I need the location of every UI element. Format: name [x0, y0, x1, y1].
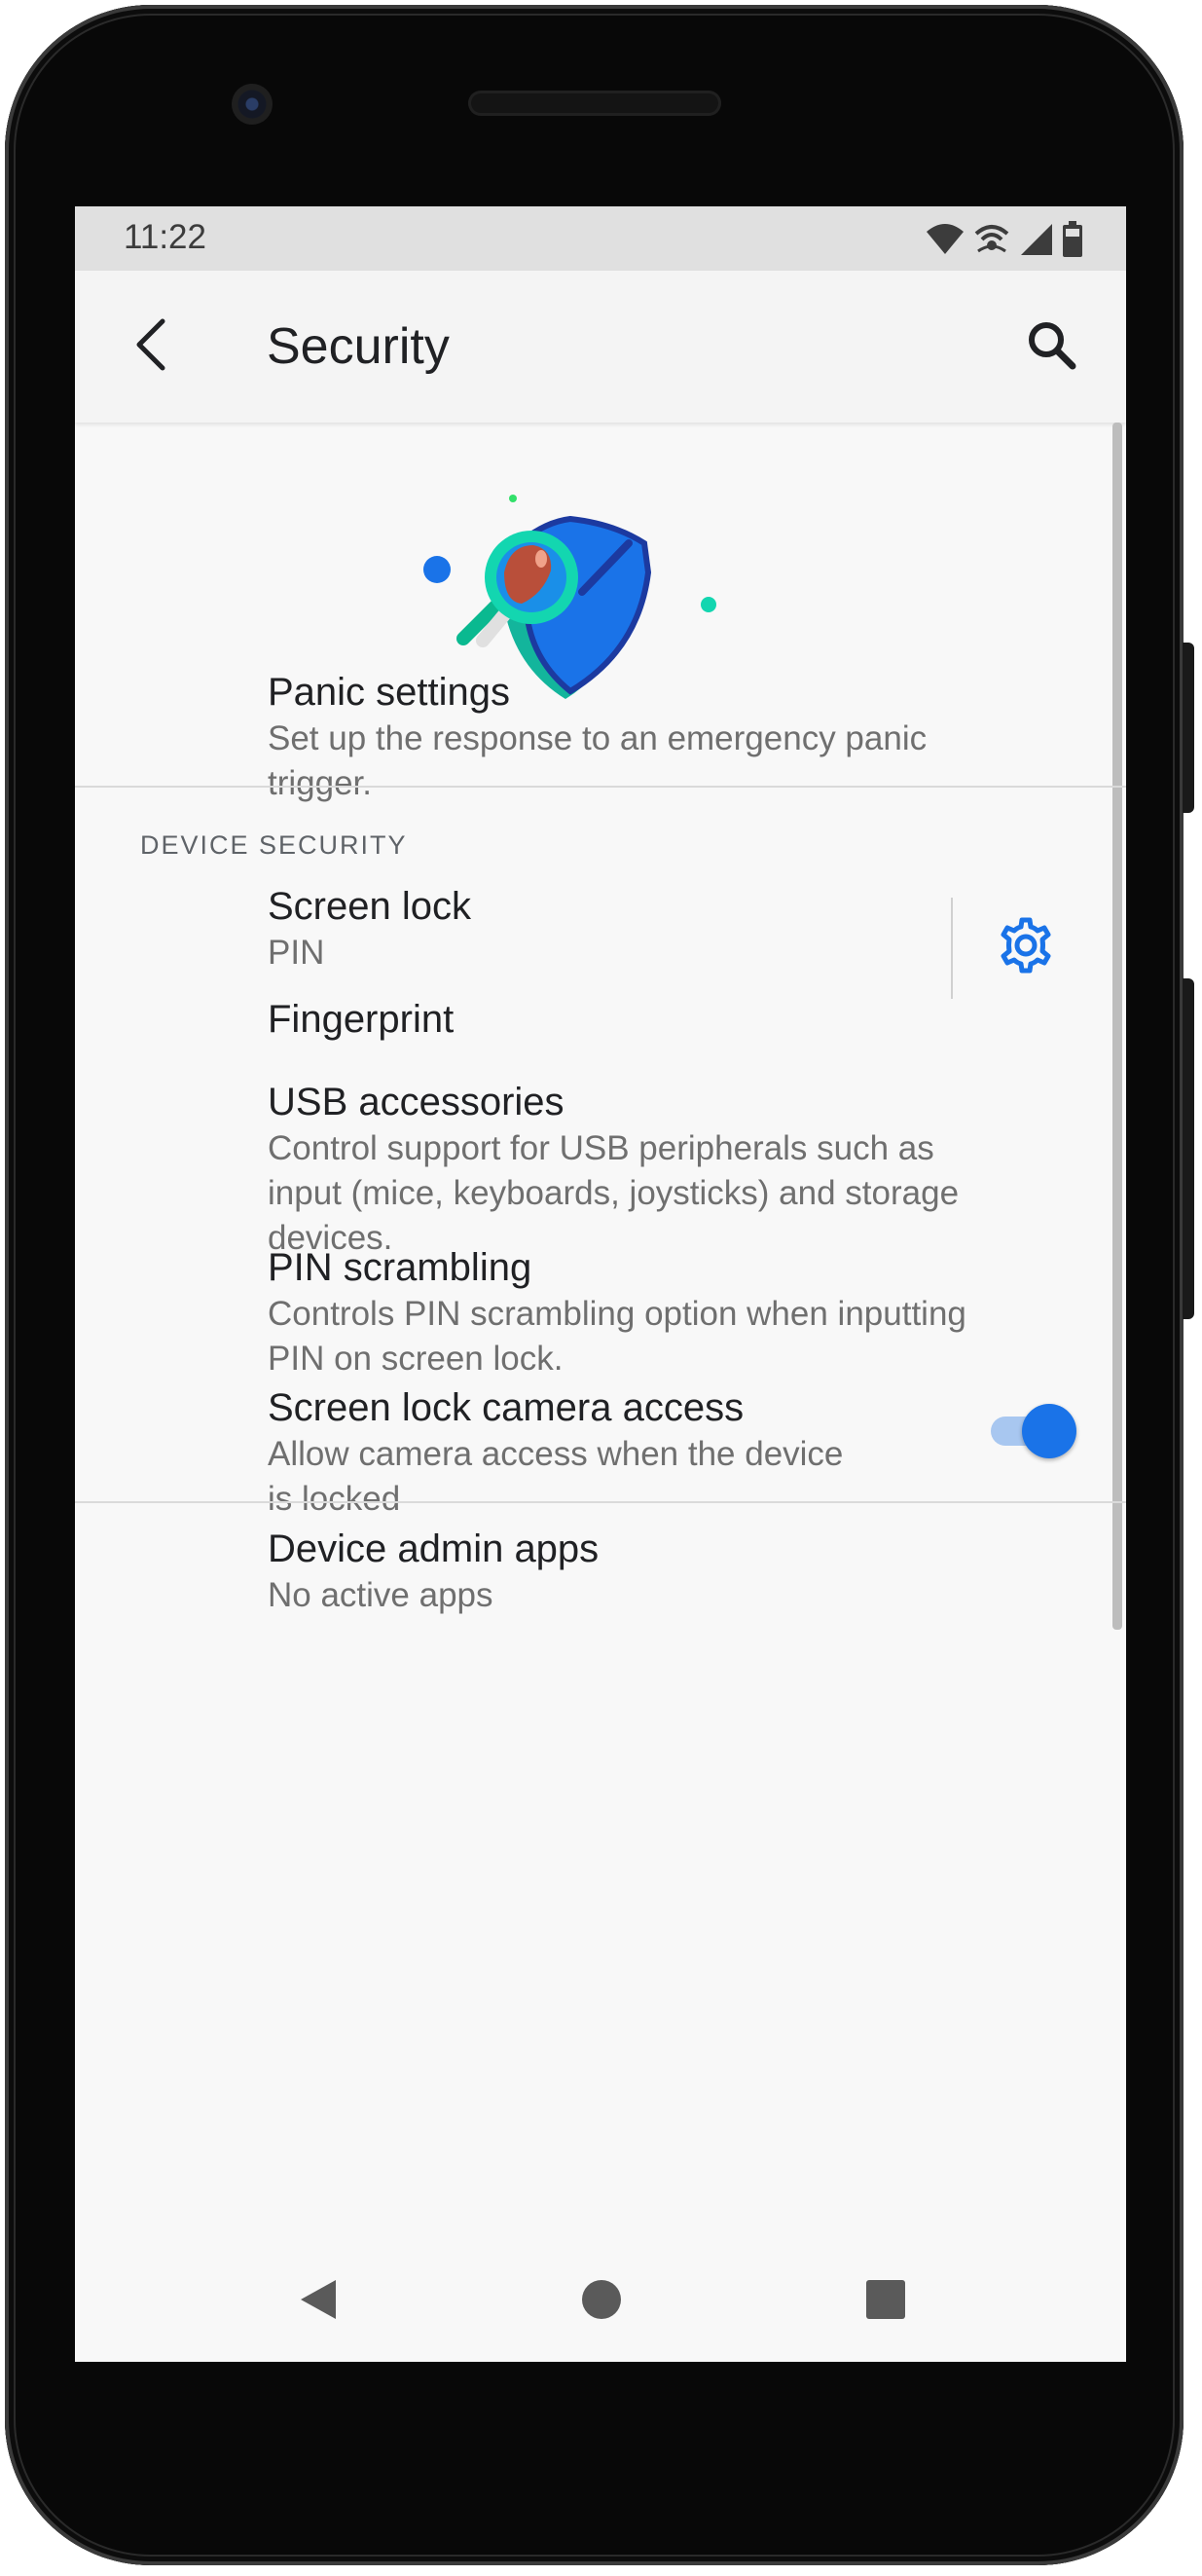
- nav-home-button[interactable]: [563, 2263, 640, 2340]
- back-triangle-icon: [295, 2276, 342, 2328]
- panic-settings-title: Panic settings: [268, 671, 511, 714]
- recents-square-icon: [864, 2278, 907, 2326]
- settings-list: Panic settings Set up the response to an…: [75, 423, 1126, 2362]
- screen-lock-camera-access-subtitle-1: Allow camera access when the device: [268, 1435, 844, 1473]
- divider: [75, 786, 1126, 788]
- status-icons: [926, 220, 1083, 259]
- usb-accessories-title: USB accessories: [268, 1081, 565, 1123]
- volume-button: [1183, 643, 1194, 813]
- earpiece-speaker: [468, 91, 721, 116]
- panic-settings-subtitle-2: trigger.: [268, 764, 372, 802]
- back-button[interactable]: [114, 310, 188, 384]
- screen-lock-title: Screen lock: [268, 885, 471, 928]
- screen-lock-divider: [951, 898, 953, 999]
- toggle-thumb: [1022, 1404, 1076, 1458]
- power-button: [1183, 978, 1194, 1319]
- screen-lock-camera-access-title: Screen lock camera access: [268, 1386, 745, 1429]
- camera-access-toggle[interactable]: [987, 1404, 1078, 1458]
- usb-accessories-subtitle-2: input (mice, keyboards, joysticks) and s…: [268, 1174, 960, 1212]
- usb-accessories-item[interactable]: USB accessories Control support for USB …: [268, 1078, 959, 1261]
- screen-lock-settings-button[interactable]: [987, 908, 1065, 986]
- front-camera: [232, 84, 273, 125]
- search-icon: [1026, 319, 1076, 375]
- status-bar: 11:22: [75, 206, 1126, 271]
- section-header-device-security: DEVICE SECURITY: [140, 830, 408, 860]
- screen-lock-subtitle: PIN: [268, 934, 325, 972]
- fingerprint-item[interactable]: Fingerprint: [268, 995, 454, 1044]
- screen: 11:22 Security Panic settings Set up the…: [75, 206, 1126, 2362]
- pin-scrambling-item[interactable]: PIN scrambling Controls PIN scrambling o…: [268, 1243, 966, 1381]
- pin-scrambling-subtitle-1: Controls PIN scrambling option when inpu…: [268, 1295, 966, 1333]
- wifi-icon: [926, 222, 965, 257]
- device-admin-apps-title: Device admin apps: [268, 1527, 600, 1570]
- device-admin-apps-item[interactable]: Device admin apps No active apps: [268, 1525, 599, 1618]
- status-time: 11:22: [124, 218, 206, 256]
- search-button[interactable]: [1014, 310, 1088, 384]
- nav-back-button[interactable]: [279, 2263, 357, 2340]
- pin-scrambling-title: PIN scrambling: [268, 1246, 532, 1289]
- nav-recents-button[interactable]: [847, 2263, 925, 2340]
- divider: [75, 1501, 1126, 1503]
- pin-scrambling-subtitle-2: PIN on screen lock.: [268, 1340, 564, 1378]
- fingerprint-title: Fingerprint: [268, 998, 455, 1041]
- device-admin-apps-subtitle: No active apps: [268, 1576, 493, 1614]
- hotspot-icon: [972, 222, 1011, 257]
- panic-settings-subtitle-1: Set up the response to an emergency pani…: [268, 719, 928, 757]
- screen-lock-camera-access-subtitle-2: is locked: [268, 1480, 401, 1518]
- screen-lock-item[interactable]: Screen lock PIN: [268, 882, 471, 975]
- home-circle-icon: [580, 2278, 623, 2326]
- app-bar: Security: [75, 271, 1126, 423]
- battery-icon: [1062, 221, 1083, 258]
- navigation-bar: [75, 2239, 1126, 2362]
- gear-icon: [997, 916, 1055, 979]
- arrow-back-icon: [131, 317, 170, 377]
- page-title: Security: [267, 318, 450, 375]
- usb-accessories-subtitle-1: Control support for USB peripherals such…: [268, 1129, 934, 1167]
- cellular-signal-icon: [1019, 222, 1054, 257]
